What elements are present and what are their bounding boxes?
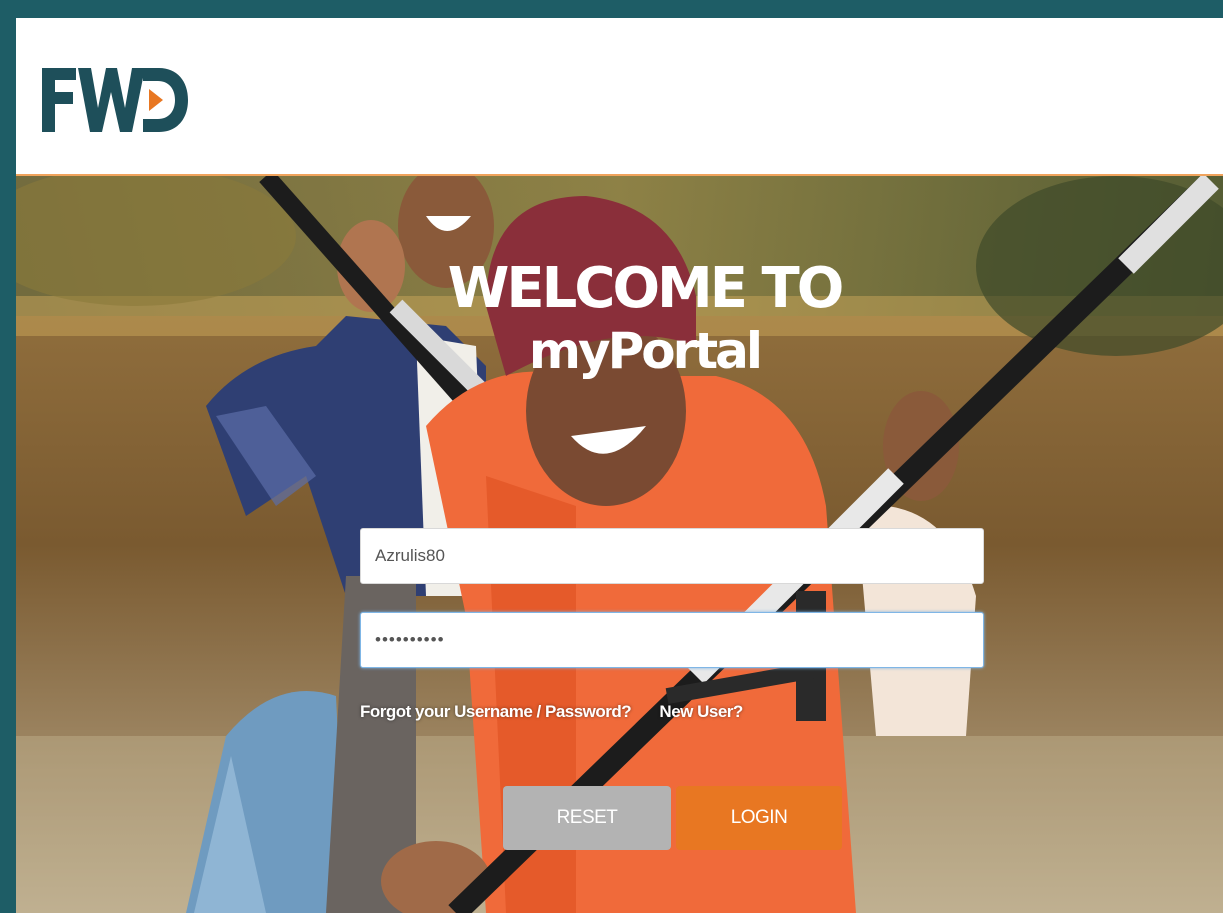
hero-banner: WELCOME TO myPortal Forgot your Username… (16, 176, 1223, 913)
reset-button[interactable]: RESET (503, 786, 671, 850)
window-frame: WELCOME TO myPortal Forgot your Username… (0, 0, 1223, 913)
forgot-credentials-link[interactable]: Forgot your Username / Password? (360, 702, 632, 721)
welcome-heading: WELCOME TO myPortal (16, 258, 1223, 382)
welcome-line-1: WELCOME TO (447, 256, 845, 321)
welcome-line-2: myPortal (528, 322, 763, 380)
help-links: Forgot your Username / Password? New Use… (360, 702, 743, 722)
site-header (16, 18, 1223, 176)
new-user-link[interactable]: New User? (659, 702, 743, 721)
password-input[interactable] (360, 612, 984, 668)
page: WELCOME TO myPortal Forgot your Username… (16, 18, 1223, 913)
login-button[interactable]: LOGIN (676, 786, 842, 850)
username-input[interactable] (360, 528, 984, 584)
fwd-logo[interactable] (40, 64, 190, 136)
